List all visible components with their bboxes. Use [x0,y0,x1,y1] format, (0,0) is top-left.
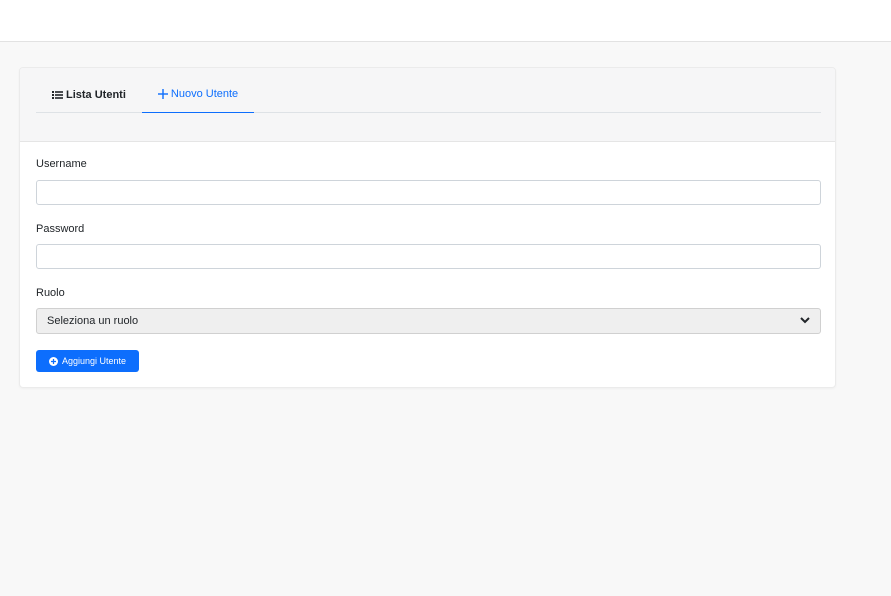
role-label: Ruolo [36,287,65,299]
chevron-down-icon [800,315,810,327]
username-input[interactable] [36,180,821,205]
tab-nuovo-utente[interactable]: Nuovo Utente [141,76,255,113]
list-icon [52,90,63,100]
password-label: Password [36,223,85,235]
password-input[interactable] [36,244,821,269]
role-select-value: Seleziona un ruolo [47,315,139,327]
plus-circle-icon [48,356,58,366]
user-tabs: Lista Utenti Nuovo Utente [36,76,821,113]
user-management-card: Lista Utenti Nuovo Utente Username Passw… [19,67,836,388]
role-select[interactable]: Seleziona un ruolo [36,308,821,334]
add-user-button-label: Aggiungi Utente [61,356,127,366]
card-header: Lista Utenti Nuovo Utente [20,68,835,142]
username-label: Username [36,158,87,170]
top-navbar [0,0,891,42]
tab-nuovo-utente-label: Nuovo Utente [170,88,239,100]
plus-icon [157,89,168,99]
tab-lista-utenti-label: Lista Utenti [66,88,126,101]
tab-lista-utenti[interactable]: Lista Utenti [36,76,142,113]
add-user-button[interactable]: Aggiungi Utente [36,350,139,372]
